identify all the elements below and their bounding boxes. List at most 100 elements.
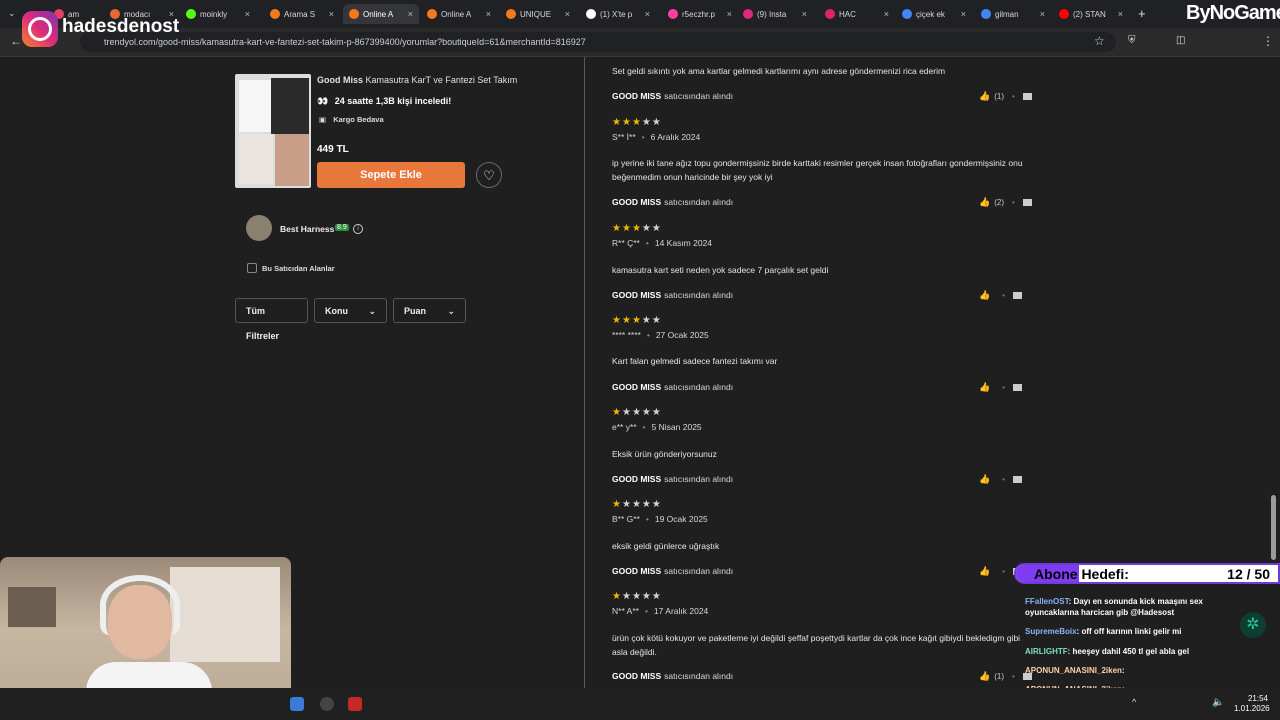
review-seller-name[interactable]: GOOD MISS <box>612 671 661 681</box>
tab-close-icon[interactable]: × <box>245 9 250 19</box>
browser-tab[interactable]: moinkly × <box>180 4 256 24</box>
document-app-icon[interactable] <box>348 697 362 711</box>
browser-tab[interactable]: Arama S × <box>264 4 340 24</box>
star-icon: ★ <box>631 591 642 602</box>
browser-tab[interactable]: (1) X'te p × <box>580 4 656 24</box>
url-field[interactable]: trendyol.com/good-miss/kamasutra-kart-ve… <box>80 32 1116 52</box>
star-icon: ★ <box>651 223 662 234</box>
review-author: **** **** <box>612 330 641 340</box>
browser-tab[interactable]: (2) STAN × <box>1053 4 1129 24</box>
seller-avatar[interactable] <box>246 215 272 241</box>
star-icon: ★ <box>651 315 662 326</box>
tab-close-icon[interactable]: × <box>329 9 334 19</box>
product-image[interactable] <box>235 74 311 188</box>
rating-dropdown[interactable]: Puan ⌄ <box>393 298 466 323</box>
chat-username[interactable]: FFallenOST <box>1025 597 1069 606</box>
tab-close-icon[interactable]: × <box>961 9 966 19</box>
review-seller-name[interactable]: GOOD MISS <box>612 474 661 484</box>
review-seller-suffix: satıcısından alındı <box>664 290 734 300</box>
browser-tab[interactable]: HAC × <box>819 4 895 24</box>
truck-icon: ▣ <box>319 115 327 124</box>
chatgpt-icon[interactable]: ✲ <box>1240 612 1266 638</box>
browser-tab[interactable]: UNIQUE × <box>500 4 576 24</box>
report-flag-icon[interactable] <box>1013 476 1023 483</box>
speaker-icon[interactable]: 🔈 <box>1212 697 1224 708</box>
tab-close-icon[interactable]: × <box>486 9 491 19</box>
tab-close-icon[interactable]: × <box>565 9 570 19</box>
tab-close-icon[interactable]: × <box>1040 9 1045 19</box>
review-seller-name[interactable]: GOOD MISS <box>612 566 661 576</box>
thumbs-up-icon[interactable]: 👍 <box>979 290 990 301</box>
browser-tab[interactable]: (9) Insta × <box>737 4 813 24</box>
views-text: 24 saatte 1,3B kişi inceledi! <box>334 96 452 106</box>
subscriber-goal-count: 12 / 50 <box>1227 566 1270 582</box>
thumbs-up-icon[interactable]: 👍 <box>979 197 990 208</box>
shield-icon[interactable]: ⛨ <box>1128 35 1136 46</box>
review-seller-name[interactable]: GOOD MISS <box>612 197 661 207</box>
thumbs-up-icon[interactable]: 👍 <box>979 91 990 102</box>
app-launcher-icon[interactable] <box>290 697 304 711</box>
extension-icon[interactable]: ◫ <box>1176 35 1185 46</box>
separator-dot: • <box>1002 475 1006 484</box>
tab-close-icon[interactable]: × <box>408 9 413 19</box>
review-stars: ★★★★★ <box>612 591 662 602</box>
review-seller-name[interactable]: GOOD MISS <box>612 290 661 300</box>
seller-filter-label[interactable]: Bu Satıcıdan Alanlar <box>262 264 335 273</box>
topic-dropdown[interactable]: Konu ⌄ <box>314 298 387 323</box>
new-tab-button[interactable]: + <box>1138 6 1146 21</box>
tab-close-icon[interactable]: × <box>727 9 732 19</box>
obs-icon[interactable] <box>320 697 334 711</box>
product-title[interactable]: Good Miss Kamasutra KarT ve Fantezi Set … <box>317 75 517 85</box>
browser-tab[interactable]: çiçek ek × <box>896 4 972 24</box>
review-seller-line: GOOD MISS satıcısından alındı <box>612 474 733 484</box>
tab-close-icon[interactable]: × <box>645 9 650 19</box>
review-text: Eksik ürün gönderiyorsunuz <box>612 449 717 459</box>
seller-filter-checkbox[interactable] <box>247 263 257 273</box>
star-icon: ★ <box>651 407 662 418</box>
tab-close-icon[interactable]: × <box>802 9 807 19</box>
report-flag-icon[interactable] <box>1013 292 1023 299</box>
review-stars: ★★★★★ <box>612 223 662 234</box>
tab-label: Online A <box>363 9 394 19</box>
thumbs-up-icon[interactable]: 👍 <box>979 474 990 485</box>
review-stars: ★★★★★ <box>612 117 662 128</box>
browser-tab[interactable]: gilman × <box>975 4 1051 24</box>
browser-tab[interactable]: Online A × <box>343 4 419 24</box>
favorite-heart-icon[interactable]: ♡ <box>476 162 502 188</box>
scrollbar-thumb[interactable] <box>1271 495 1276 560</box>
all-filters-button[interactable]: Tüm Filtreler <box>235 298 308 341</box>
system-clock[interactable]: 21:54 1.01.2026 <box>1234 694 1270 714</box>
seller-name[interactable]: Best Harness <box>280 224 334 234</box>
tab-close-icon[interactable]: × <box>884 9 889 19</box>
like-count: (2) <box>994 198 1004 207</box>
browser-tab[interactable]: Online A × <box>421 4 497 24</box>
review-seller-name[interactable]: GOOD MISS <box>612 91 661 101</box>
star-icon: ★ <box>612 223 622 234</box>
review-meta: B** G** • 19 Ocak 2025 <box>612 514 708 524</box>
review-seller-suffix: satıcısından alındı <box>664 474 734 484</box>
review-seller-name[interactable]: GOOD MISS <box>612 382 661 392</box>
menu-dots-icon[interactable]: ⋮ <box>1262 34 1274 48</box>
tab-list-chevron-icon[interactable]: ⌄ <box>8 8 16 19</box>
report-flag-icon[interactable] <box>1022 93 1032 100</box>
tab-label: (2) STAN <box>1073 9 1106 19</box>
chat-username[interactable]: SupremeBoix <box>1025 627 1077 636</box>
separator-dot: • <box>645 514 649 524</box>
back-arrow-icon[interactable]: ← <box>10 34 22 48</box>
chat-username[interactable]: APONUN_ANASINI_2iken <box>1025 666 1122 675</box>
thumbs-up-icon[interactable]: 👍 <box>979 566 990 577</box>
tab-favicon-icon <box>586 9 596 19</box>
info-icon[interactable]: i <box>353 224 363 234</box>
report-flag-icon[interactable] <box>1022 199 1032 206</box>
thumbs-up-icon[interactable]: 👍 <box>979 382 990 393</box>
tray-chevron-icon[interactable]: ^ <box>1132 697 1136 707</box>
chat-username[interactable]: AIRLIGHTF <box>1025 647 1068 656</box>
tab-close-icon[interactable]: × <box>1118 9 1123 19</box>
thumbs-up-icon[interactable]: 👍 <box>979 671 990 682</box>
star-icon: ★ <box>641 591 652 602</box>
browser-tab[interactable]: r5eczhr.p × <box>662 4 738 24</box>
bookmark-star-icon[interactable]: ☆ <box>1094 34 1105 48</box>
add-to-cart-button[interactable]: Sepete Ekle <box>317 162 465 188</box>
tab-favicon-icon <box>981 9 991 19</box>
report-flag-icon[interactable] <box>1013 384 1023 391</box>
